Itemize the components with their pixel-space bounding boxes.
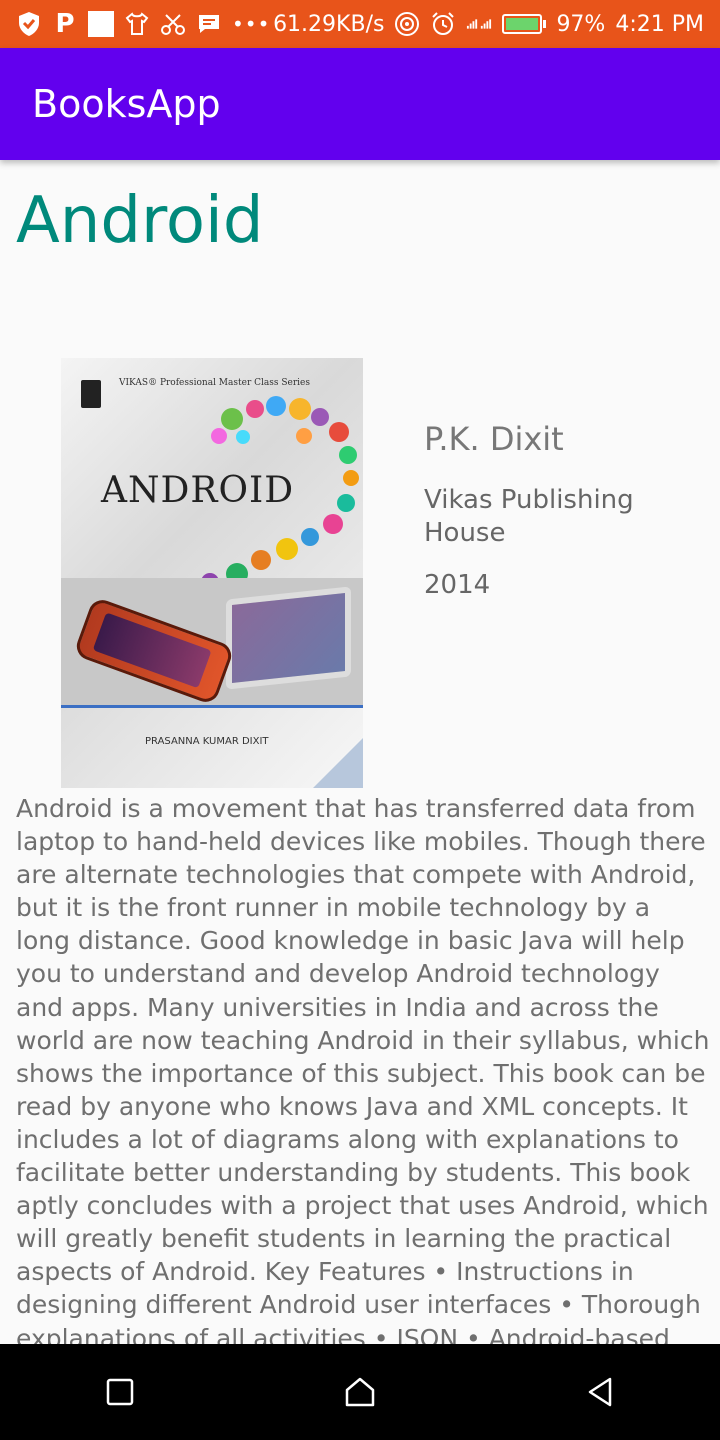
notification-square-icon — [88, 11, 114, 37]
recents-button[interactable] — [90, 1362, 150, 1422]
clock: 4:21 PM — [615, 11, 704, 37]
navigation-bar — [0, 1344, 720, 1440]
book-year: 2014 — [424, 570, 491, 600]
home-icon — [345, 1377, 375, 1407]
status-bar: P ••• 61.29KB/s 97% 4:21 PM — [0, 0, 720, 48]
recents-icon — [106, 1378, 134, 1406]
cover-series-text: VIKAS® Professional Master Class Series — [119, 378, 310, 388]
shield-icon — [16, 11, 42, 37]
scissors-icon — [160, 11, 186, 37]
book-title: Android — [16, 184, 264, 258]
network-speed: 61.29KB/s — [273, 11, 385, 37]
back-button[interactable] — [570, 1362, 630, 1422]
publisher-logo-icon — [81, 380, 101, 408]
more-notifications-icon: ••• — [232, 12, 271, 36]
cover-title: ANDROID — [101, 470, 295, 511]
shirt-icon — [124, 11, 150, 37]
battery-percent: 97% — [556, 11, 606, 37]
app-bar: BooksApp — [0, 48, 720, 160]
book-author: P.K. Dixit — [424, 420, 564, 458]
tablet-illustration — [226, 586, 351, 690]
signal-icon — [466, 11, 492, 37]
message-icon — [196, 11, 222, 37]
hotspot-icon — [394, 11, 420, 37]
cover-author: PRASANNA KUMAR DIXIT — [145, 736, 269, 747]
battery-icon — [502, 14, 547, 34]
book-publisher: Vikas Publishing House — [424, 485, 634, 548]
app-title: BooksApp — [32, 82, 221, 126]
book-detail-content[interactable]: Android VIKAS® Professional Master Class… — [0, 160, 720, 1344]
parking-app-icon: P — [55, 9, 75, 39]
book-meta: P.K. Dixit Vikas Publishing House 2014 — [424, 420, 704, 600]
home-button[interactable] — [330, 1362, 390, 1422]
book-description: Android is a movement that has transferr… — [16, 794, 710, 1344]
page-curl — [313, 738, 363, 788]
back-icon — [588, 1377, 612, 1407]
book-cover-image: VIKAS® Professional Master Class Series … — [61, 358, 363, 788]
alarm-icon — [430, 11, 456, 37]
